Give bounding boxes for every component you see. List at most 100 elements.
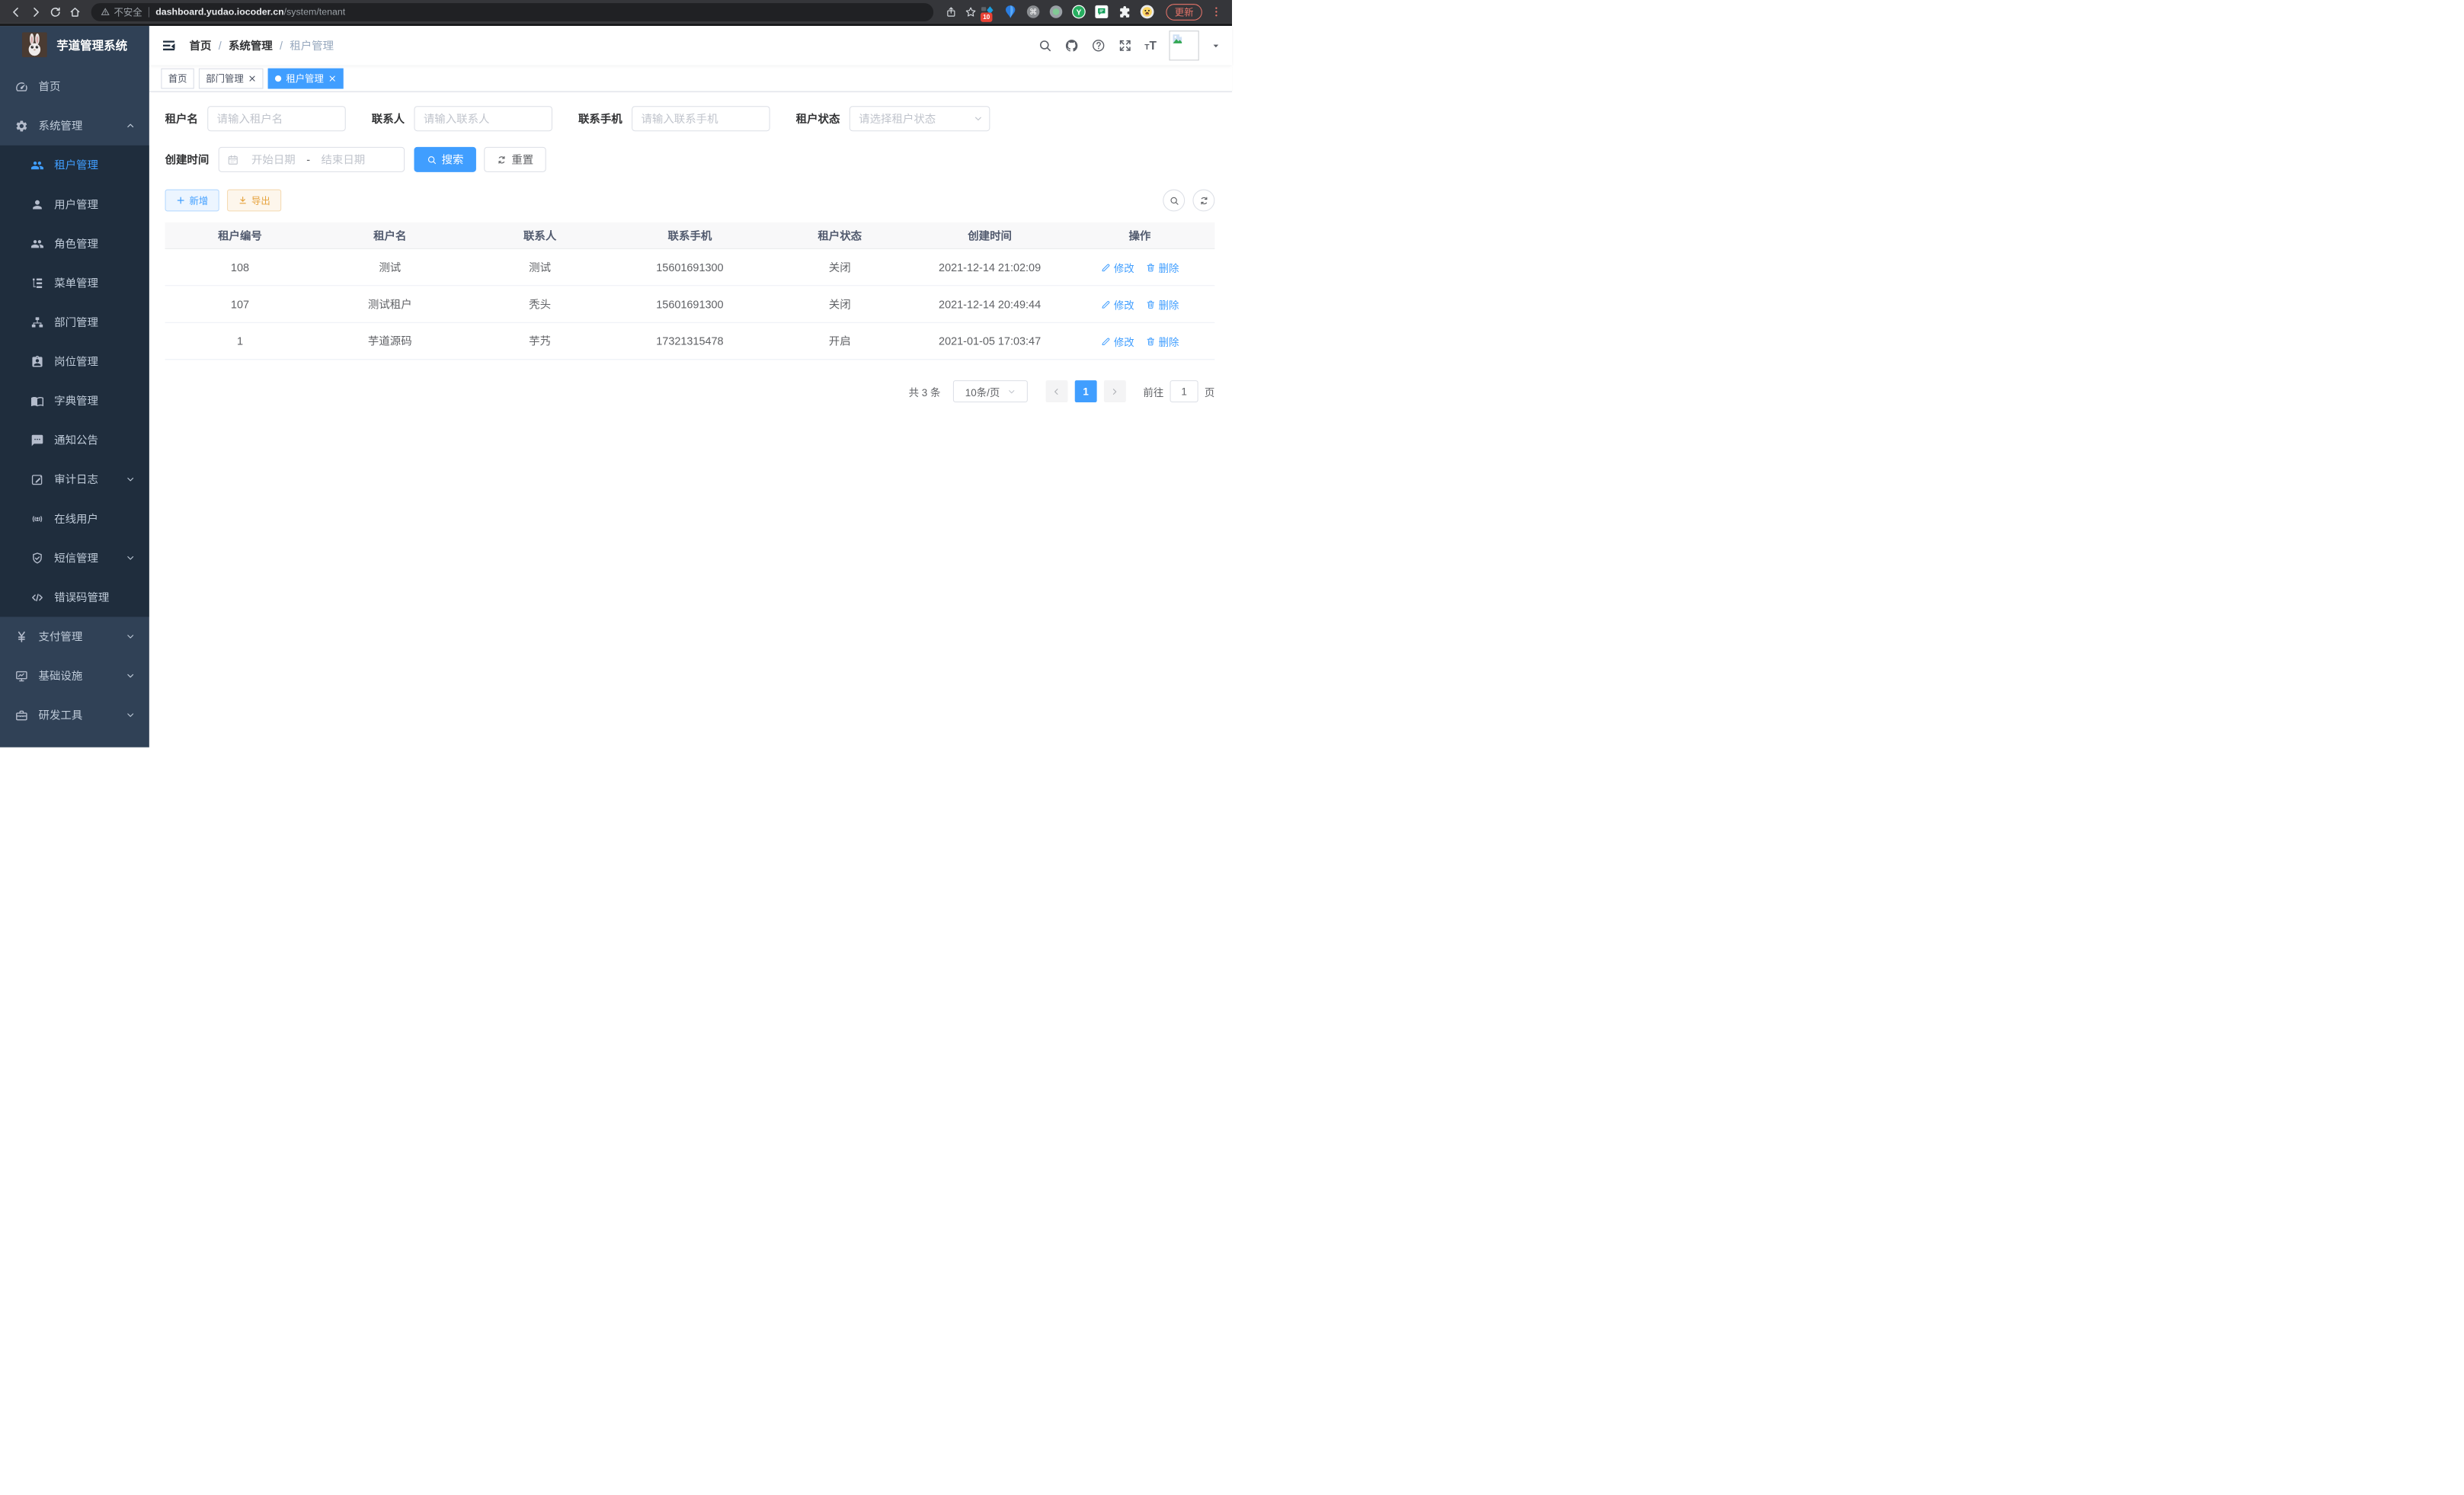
col-mobile: 联系手机	[615, 228, 765, 244]
extension-icon-command[interactable]: ⌘	[1026, 5, 1042, 20]
cell-contact: 秃头	[465, 296, 615, 312]
header-search-icon[interactable]	[1038, 39, 1052, 53]
sidebar-item-infra[interactable]: 基础设施	[0, 656, 149, 696]
browser-menu-icon[interactable]	[1210, 5, 1223, 18]
breadcrumb-system[interactable]: 系统管理	[229, 38, 273, 54]
col-create-time: 创建时间	[915, 228, 1065, 244]
extension-icon-chat[interactable]	[1095, 5, 1110, 20]
font-size-icon[interactable]: TT	[1144, 39, 1157, 53]
refresh-table-button[interactable]	[1192, 190, 1214, 212]
extension-icon-balloon[interactable]	[1003, 5, 1019, 20]
cell-actions: 修改 删除	[1064, 260, 1214, 275]
chevron-down-icon	[126, 632, 135, 641]
sidebar-item-menu[interactable]: 菜单管理	[0, 263, 149, 303]
sidebar-item-user[interactable]: 用户管理	[0, 184, 149, 224]
browser-back-button[interactable]	[6, 2, 26, 22]
sidebar-item-sms[interactable]: 短信管理	[0, 538, 149, 578]
address-bar[interactable]: 不安全 dashboard.yudao.iocoder.cn/system/te…	[91, 3, 933, 21]
sidebar-item-online-user[interactable]: 在线用户	[0, 499, 149, 539]
sidebar-item-audit-log[interactable]: 审计日志	[0, 459, 149, 499]
active-tag-dot	[275, 75, 281, 81]
system-submenu: 租户管理 用户管理 角色管理 菜单管理	[0, 146, 149, 617]
status-select-input[interactable]	[850, 106, 990, 131]
contact-input[interactable]	[414, 106, 552, 131]
code-icon	[30, 591, 44, 604]
toggle-search-button[interactable]	[1163, 190, 1185, 212]
extensions-puzzle-icon[interactable]	[1117, 5, 1132, 20]
status-select[interactable]	[850, 106, 990, 131]
create-time-label: 创建时间	[165, 152, 210, 168]
chevron-down-icon	[126, 710, 135, 719]
shield-check-icon	[30, 551, 44, 565]
chevron-down-icon	[126, 553, 135, 562]
next-page-button[interactable]	[1104, 380, 1126, 402]
avatar[interactable]	[1170, 30, 1199, 60]
github-icon[interactable]	[1064, 39, 1079, 53]
sidebar-item-pay[interactable]: 支付管理	[0, 617, 149, 657]
sidebar-item-devtool[interactable]: 研发工具	[0, 696, 149, 735]
breadcrumb-separator	[280, 40, 283, 53]
search-button[interactable]: 搜索	[414, 147, 475, 172]
end-date-input[interactable]	[313, 153, 373, 166]
filter-row-1: 租户名 联系人 联系手机 租户状态	[165, 106, 1215, 131]
page-size-select[interactable]: 10条/页	[953, 380, 1028, 402]
browser-forward-button[interactable]	[26, 2, 46, 22]
sidebar-item-role[interactable]: 角色管理	[0, 224, 149, 264]
mobile-input[interactable]	[632, 106, 770, 131]
sidebar-item-home[interactable]: 首页	[0, 67, 149, 107]
edit-link[interactable]: 修改	[1100, 296, 1134, 312]
edit-link[interactable]: 修改	[1100, 334, 1134, 349]
help-icon[interactable]	[1091, 39, 1106, 53]
status-label: 租户状态	[796, 110, 840, 126]
tag-tenant-active[interactable]: 租户管理	[268, 68, 344, 88]
tenant-name-input[interactable]	[207, 106, 346, 131]
prev-page-button[interactable]	[1046, 380, 1068, 402]
share-button[interactable]	[941, 2, 961, 22]
sidebar-item-dict[interactable]: 字典管理	[0, 381, 149, 421]
export-button[interactable]: 导出	[227, 190, 281, 212]
delete-link[interactable]: 删除	[1145, 334, 1179, 349]
start-date-input[interactable]	[244, 153, 303, 166]
extension-icon-recorder[interactable]	[1049, 5, 1064, 20]
cell-status: 关闭	[765, 259, 915, 275]
sidebar-item-system[interactable]: 系统管理	[0, 106, 149, 146]
add-button[interactable]: 新增	[165, 190, 219, 212]
delete-link[interactable]: 删除	[1145, 260, 1179, 275]
avatar-caret-icon[interactable]	[1211, 41, 1220, 50]
delete-link[interactable]: 删除	[1145, 296, 1179, 312]
chevron-left-icon	[1052, 387, 1061, 395]
tag-dept[interactable]: 部门管理	[199, 68, 264, 88]
date-separator: -	[303, 153, 313, 166]
browser-reload-button[interactable]	[46, 2, 66, 22]
chrome-update-button[interactable]: 更新	[1166, 4, 1202, 21]
cell-tenant-id: 108	[165, 261, 315, 274]
not-secure-chip[interactable]: 不安全	[101, 5, 142, 19]
bookmark-star-button[interactable]	[961, 2, 981, 22]
sidebar-item-errcode[interactable]: 错误码管理	[0, 578, 149, 617]
profile-avatar-icon[interactable]	[1140, 5, 1155, 20]
warning-icon	[101, 7, 110, 16]
breadcrumb-home[interactable]: 首页	[190, 38, 212, 54]
sidebar-item-notice[interactable]: 通知公告	[0, 421, 149, 460]
sidebar-item-tenant[interactable]: 租户管理	[0, 146, 149, 185]
extension-icon-tags[interactable]: 10	[981, 5, 996, 20]
svg-text:⌘: ⌘	[1029, 8, 1037, 17]
browser-home-button[interactable]	[66, 2, 85, 22]
tag-home[interactable]: 首页	[161, 68, 194, 88]
fullscreen-icon[interactable]	[1118, 39, 1132, 53]
goto-page-input[interactable]	[1170, 380, 1198, 402]
page-1-button[interactable]: 1	[1075, 380, 1097, 402]
app-title: 芋道管理系统	[56, 37, 127, 53]
date-range-picker[interactable]: -	[219, 147, 405, 172]
sidebar-logo[interactable]: 芋道管理系统	[0, 26, 149, 64]
reset-button[interactable]: 重置	[484, 147, 546, 172]
cell-contact: 测试	[465, 259, 615, 275]
sidebar-item-post[interactable]: 岗位管理	[0, 342, 149, 382]
close-icon[interactable]	[328, 74, 336, 82]
sidebar-toggle-icon[interactable]	[161, 38, 177, 54]
edit-link[interactable]: 修改	[1100, 260, 1134, 275]
extension-icon-y[interactable]: Y	[1072, 5, 1087, 20]
sidebar-item-dept[interactable]: 部门管理	[0, 303, 149, 342]
app-logo-rabbit	[22, 32, 47, 57]
close-icon[interactable]	[248, 74, 256, 82]
